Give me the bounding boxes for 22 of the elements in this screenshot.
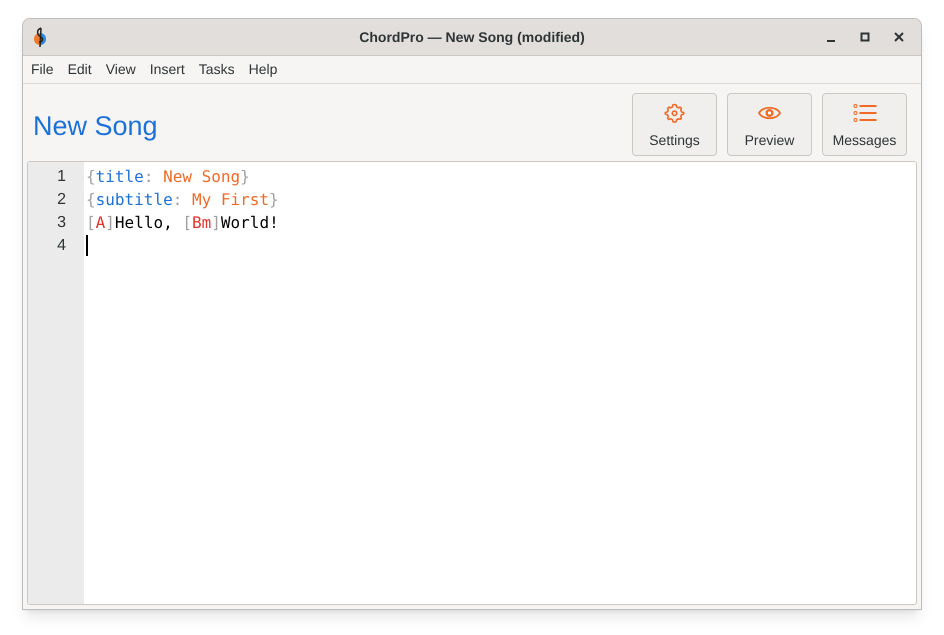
app-logo-icon	[32, 26, 48, 48]
menu-item[interactable]: Help	[242, 57, 284, 82]
list-icon	[852, 101, 878, 125]
menu-item[interactable]: Edit	[62, 57, 98, 82]
line-number: 2	[57, 190, 66, 210]
settings-button[interactable]: Settings	[632, 93, 717, 156]
code-line: {title: New Song}	[86, 166, 250, 188]
window-title: ChordPro — New Song (modified)	[359, 28, 585, 47]
menu-item[interactable]: Tasks	[192, 57, 241, 82]
line-number: 3	[57, 212, 66, 232]
menu-item[interactable]: Insert	[144, 57, 191, 82]
text-editor[interactable]: {title: New Song} {subtitle: My First} [A]Hello, [Bm]World!	[84, 162, 916, 604]
song-title: New Song	[33, 110, 158, 144]
line-number: 1	[57, 166, 66, 186]
gear-icon	[662, 101, 688, 125]
code-line: [A]Hello, [Bm]World!	[86, 212, 279, 234]
menu-item[interactable]: View	[100, 57, 142, 82]
line-number: 4	[57, 236, 66, 256]
messages-button[interactable]: Messages	[822, 93, 907, 156]
code-line: {subtitle: My First}	[86, 188, 279, 210]
menu-item[interactable]: File	[25, 57, 60, 82]
preview-button[interactable]: Preview	[727, 93, 812, 156]
